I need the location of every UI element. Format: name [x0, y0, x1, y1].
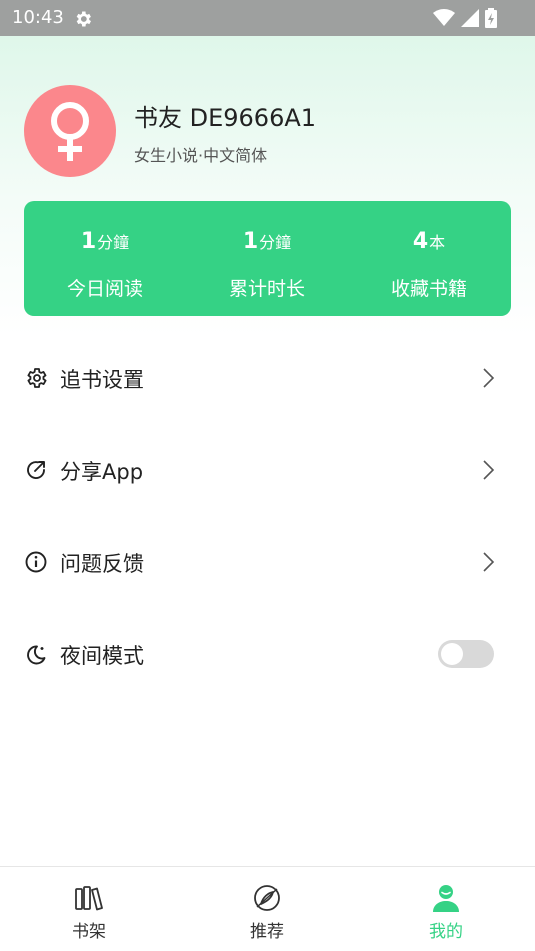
share-icon: [27, 461, 45, 479]
stat-saved-books: 4本 收藏书籍: [348, 201, 510, 316]
username: 书友 DE9666A1: [134, 104, 317, 132]
stat-value: 1分鐘: [80, 229, 130, 254]
tab-label: 我的: [429, 922, 463, 942]
status-time: 10:43: [12, 7, 64, 28]
tab-label: 推荐: [250, 922, 284, 942]
menu-item-night-mode: 夜间模式: [0, 608, 535, 700]
toggle-knob: [441, 643, 463, 665]
tab-bookshelf[interactable]: 书架: [0, 867, 178, 951]
menu-item-label: 分享App: [60, 460, 144, 484]
stat-label: 今日阅读: [66, 278, 143, 300]
chevron-right-icon: [483, 460, 495, 480]
menu-item-share-app[interactable]: 分享App: [0, 424, 535, 516]
stat-value: 4本: [412, 229, 446, 254]
chevron-right-icon: [483, 552, 495, 572]
menu-item-label: 夜间模式: [60, 644, 144, 668]
signal-icon: [461, 9, 479, 27]
night-mode-toggle[interactable]: [438, 640, 494, 668]
stat-today-reading: 1分鐘 今日阅读: [24, 201, 186, 316]
moon-icon: [27, 645, 46, 665]
stat-label: 收藏书籍: [390, 278, 467, 300]
status-bar: 10:43: [0, 0, 535, 36]
stat-unit: 分鐘: [259, 233, 292, 252]
menu-item-feedback[interactable]: 问题反馈: [0, 516, 535, 608]
female-symbol-icon: [51, 102, 89, 161]
recommend-icon: [254, 885, 280, 911]
profile-icon: [433, 885, 459, 912]
tab-label: 书架: [72, 922, 106, 942]
menu-item-reading-settings[interactable]: 追书设置: [0, 332, 535, 424]
bottom-navigation: 书架 推荐 我的: [0, 866, 535, 951]
chevron-right-icon: [483, 368, 495, 388]
tab-mine[interactable]: 我的: [357, 867, 535, 951]
stat-total-duration: 1分鐘 累计时长: [186, 201, 348, 316]
battery-icon: [485, 8, 497, 28]
reading-stats-card: 1分鐘 今日阅读 1分鐘 累计时长 4本 收藏书籍: [24, 201, 511, 316]
tab-recommend[interactable]: 推荐: [178, 867, 356, 951]
stat-label: 累计时长: [228, 278, 305, 300]
stat-unit: 分鐘: [97, 233, 130, 252]
settings-gear-icon: [76, 11, 91, 27]
stat-unit: 本: [429, 233, 446, 252]
menu-item-label: 追书设置: [60, 368, 144, 392]
stat-value: 1分鐘: [242, 229, 292, 254]
system-icons: [433, 8, 497, 28]
menu-item-label: 问题反馈: [60, 552, 144, 576]
avatar[interactable]: [24, 85, 116, 177]
gear-icon: [27, 368, 47, 388]
wifi-icon: [433, 9, 455, 26]
bookshelf-icon: [75, 886, 103, 911]
info-icon: [25, 551, 47, 573]
reading-preference: 女生小说·中文简体: [134, 146, 268, 165]
